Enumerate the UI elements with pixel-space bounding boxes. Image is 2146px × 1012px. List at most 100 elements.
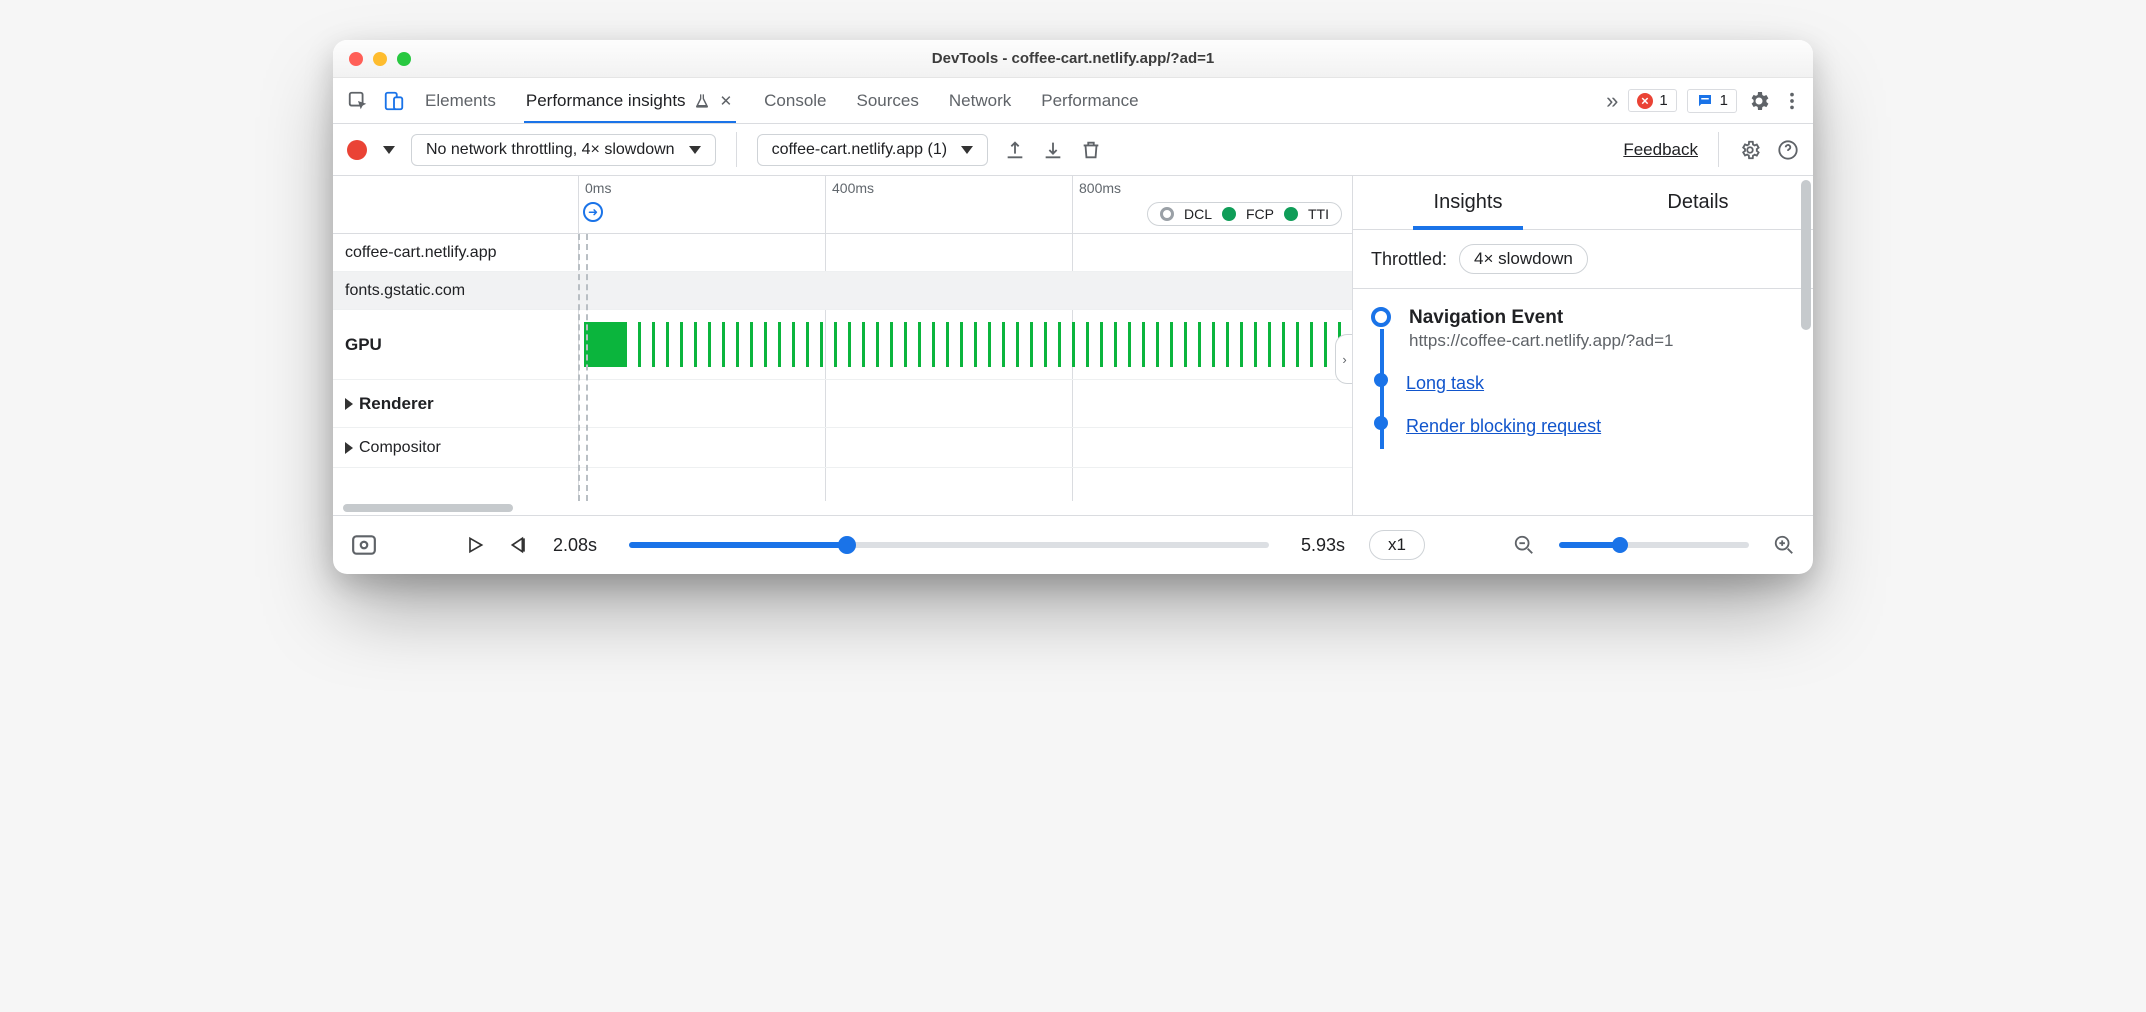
skip-back-button[interactable] [509, 535, 529, 555]
chevron-down-icon [689, 146, 701, 154]
zoom-window-button[interactable] [397, 52, 411, 66]
fcp-marker-icon [1222, 207, 1236, 221]
window-controls [349, 52, 411, 66]
import-icon[interactable] [1042, 139, 1064, 161]
message-icon [1696, 92, 1714, 110]
tab-elements[interactable]: Elements [425, 78, 496, 123]
screenshot-toggle-icon[interactable] [351, 534, 377, 556]
track-label: coffee-cart.netlify.app [333, 244, 578, 262]
panel-tabs: Elements Performance insights ✕ Console … [425, 78, 1600, 123]
window-title: DevTools - coffee-cart.netlify.app/?ad=1 [333, 50, 1813, 67]
error-count-badge[interactable]: 1 [1628, 89, 1676, 112]
dcl-marker-icon [1160, 207, 1174, 221]
delete-icon[interactable] [1080, 139, 1102, 161]
slider-fill [629, 542, 847, 548]
panel-tabs-row: Elements Performance insights ✕ Console … [333, 78, 1813, 124]
disclosure-triangle-icon[interactable] [345, 398, 353, 410]
message-count-badge[interactable]: 1 [1687, 89, 1737, 113]
main-split: 0ms 400ms 800ms ➜ DCL FCP TTI coffee-car [333, 176, 1813, 516]
tab-label: Elements [425, 91, 496, 111]
devtools-window: DevTools - coffee-cart.netlify.app/?ad=1… [333, 40, 1813, 574]
slider-thumb[interactable] [838, 536, 856, 554]
help-icon[interactable] [1777, 139, 1799, 161]
disclosure-triangle-icon[interactable] [345, 442, 353, 454]
event-title: Navigation Event [1409, 307, 1673, 329]
time-cursor[interactable] [586, 234, 588, 501]
side-tab-label: Details [1667, 191, 1728, 214]
playback-slider[interactable] [629, 542, 1269, 548]
tab-console[interactable]: Console [764, 78, 826, 123]
compositor-track-row[interactable]: Compositor [333, 428, 1352, 468]
error-count: 1 [1659, 92, 1667, 109]
ruler-tick: 400ms [832, 180, 874, 196]
side-tab-insights[interactable]: Insights [1353, 176, 1583, 229]
recording-select[interactable]: coffee-cart.netlify.app (1) [757, 134, 989, 166]
zoom-in-button[interactable] [1773, 534, 1795, 556]
time-ruler[interactable]: 0ms 400ms 800ms ➜ DCL FCP TTI [333, 176, 1352, 234]
throttling-select[interactable]: No network throttling, 4× slowdown [411, 134, 716, 166]
close-window-button[interactable] [349, 52, 363, 66]
tab-label: Performance insights [526, 91, 686, 111]
scrollbar-thumb[interactable] [343, 504, 513, 512]
event-navigation[interactable]: Navigation Event https://coffee-cart.net… [1371, 307, 1795, 351]
slider-thumb[interactable] [1612, 537, 1628, 553]
event-subtitle: https://coffee-cart.netlify.app/?ad=1 [1409, 331, 1673, 351]
zoom-slider[interactable] [1559, 542, 1749, 548]
track-content [578, 380, 1352, 427]
gpu-track-row[interactable]: GPU [333, 310, 1352, 380]
minimize-window-button[interactable] [373, 52, 387, 66]
side-tab-details[interactable]: Details [1583, 176, 1813, 229]
divider [736, 132, 737, 167]
record-button[interactable] [347, 140, 367, 160]
track-content [578, 428, 1352, 467]
recording-value: coffee-cart.netlify.app (1) [772, 141, 948, 159]
throttled-value-pill[interactable]: 4× slowdown [1459, 244, 1588, 274]
network-track-row[interactable]: fonts.gstatic.com [333, 272, 1352, 310]
navigation-start-marker[interactable]: ➜ [583, 202, 603, 222]
panel-settings-icon[interactable] [1739, 139, 1761, 161]
device-toolbar-icon[interactable] [383, 90, 405, 112]
insights-side-pane: Insights Details Throttled: 4× slowdown … [1353, 176, 1813, 515]
event-render-blocking[interactable]: Render blocking request [1371, 416, 1795, 437]
play-button[interactable] [465, 535, 485, 555]
horizontal-scrollbar[interactable] [333, 501, 1352, 515]
tab-performance[interactable]: Performance [1041, 78, 1138, 123]
flask-icon [694, 93, 710, 109]
event-marker-icon [1371, 307, 1391, 327]
zoom-out-button[interactable] [1513, 534, 1535, 556]
record-options-caret[interactable] [383, 146, 395, 154]
close-tab-button[interactable]: ✕ [718, 92, 735, 110]
more-tabs-button[interactable]: » [1606, 88, 1618, 114]
tab-label: Performance [1041, 91, 1138, 111]
kebab-menu-icon[interactable] [1781, 90, 1803, 112]
tracks-area[interactable]: coffee-cart.netlify.app fonts.gstatic.co… [333, 234, 1352, 501]
inspect-element-icon[interactable] [347, 90, 369, 112]
compositor-label: Compositor [359, 439, 441, 457]
event-long-task[interactable]: Long task [1371, 373, 1795, 394]
collapse-side-pane-button[interactable]: › [1335, 334, 1352, 384]
tab-sources[interactable]: Sources [857, 78, 919, 123]
metric-label: DCL [1184, 206, 1212, 222]
timeline-pane: 0ms 400ms 800ms ➜ DCL FCP TTI coffee-car [333, 176, 1353, 515]
export-icon[interactable] [1004, 139, 1026, 161]
track-content [578, 272, 1352, 309]
track-label: Renderer [333, 394, 578, 414]
metrics-legend[interactable]: DCL FCP TTI [1147, 202, 1342, 226]
insights-toolbar: No network throttling, 4× slowdown coffe… [333, 124, 1813, 176]
settings-icon[interactable] [1747, 89, 1771, 113]
renderer-track-row[interactable]: Renderer [333, 380, 1352, 428]
metric-label: FCP [1246, 206, 1274, 222]
event-link[interactable]: Long task [1406, 373, 1484, 393]
tab-label: Sources [857, 91, 919, 111]
ruler-tick: 0ms [585, 180, 611, 196]
playback-footer: 2.08s 5.93s x1 [333, 516, 1813, 574]
titlebar: DevTools - coffee-cart.netlify.app/?ad=1 [333, 40, 1813, 78]
tab-network[interactable]: Network [949, 78, 1011, 123]
track-label: GPU [333, 335, 578, 355]
feedback-link[interactable]: Feedback [1623, 140, 1698, 160]
event-link[interactable]: Render blocking request [1406, 416, 1601, 436]
network-track-row[interactable]: coffee-cart.netlify.app [333, 234, 1352, 272]
time-cursor[interactable] [578, 234, 580, 501]
tab-performance-insights[interactable]: Performance insights ✕ [526, 78, 734, 123]
playback-speed-pill[interactable]: x1 [1369, 530, 1425, 560]
